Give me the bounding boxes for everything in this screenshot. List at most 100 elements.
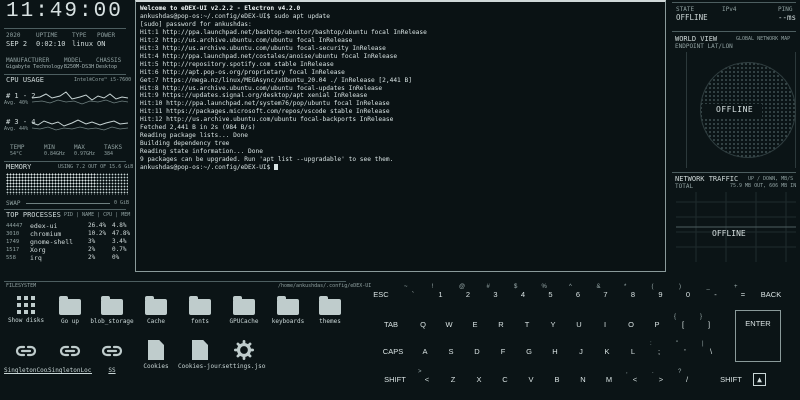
key-char[interactable]: S bbox=[442, 347, 460, 356]
process-row[interactable]: 3010 chromium 10.2% 47.8% bbox=[6, 230, 130, 238]
key-char[interactable]: Q bbox=[414, 320, 432, 329]
process-row[interactable]: 1749 gnome-shell 3% 3.4% bbox=[6, 238, 128, 246]
fs-symlink[interactable]: SingletonCoo… bbox=[4, 342, 48, 374]
fs-folder[interactable]: blob_storage bbox=[90, 296, 134, 325]
key-shift-label: $ bbox=[514, 284, 518, 290]
terminal-line: Building dependency tree bbox=[140, 140, 230, 148]
fs-file[interactable]: Cookies-jour… bbox=[178, 340, 222, 370]
key-char[interactable]: K bbox=[598, 347, 616, 356]
key-char[interactable]: [{ bbox=[674, 314, 692, 329]
terminal-window[interactable]: Welcome to eDEX-UI v2.2.2 - Electron v4.… bbox=[135, 0, 666, 272]
key-char[interactable]: F bbox=[494, 347, 512, 356]
process-pid: 3010 bbox=[6, 231, 20, 237]
sysinfo-power-label: POWER bbox=[97, 32, 116, 39]
fs-folder[interactable]: fonts bbox=[178, 296, 222, 325]
fs-item-label: Show disks bbox=[7, 317, 45, 324]
key-char[interactable]: - _ bbox=[707, 284, 725, 299]
key-label: W bbox=[445, 320, 453, 329]
key-char[interactable]: T bbox=[518, 320, 536, 329]
key-up-arrow[interactable]: ▲ bbox=[753, 373, 766, 386]
key-char[interactable]: ;: bbox=[650, 341, 668, 356]
key-char[interactable]: U bbox=[570, 320, 588, 329]
key-char[interactable]: L bbox=[624, 347, 642, 356]
key-char[interactable]: ` ~ bbox=[404, 284, 422, 299]
fs-go-up[interactable]: Go up bbox=[48, 296, 92, 325]
tasks-value: 384 bbox=[104, 151, 114, 157]
key-label: 3 bbox=[493, 290, 498, 299]
process-row[interactable]: 44447 edex-ui 26.4% 4.8% bbox=[6, 222, 128, 230]
key-char[interactable]: W bbox=[440, 320, 458, 329]
key-label: Y bbox=[550, 320, 556, 329]
key-char[interactable]: O bbox=[622, 320, 640, 329]
key-esc[interactable]: ESC bbox=[366, 290, 396, 299]
key-char[interactable]: P bbox=[648, 320, 666, 329]
key-char[interactable]: ]} bbox=[700, 314, 718, 329]
key-char[interactable]: G bbox=[520, 347, 538, 356]
key-char[interactable]: Y bbox=[544, 320, 562, 329]
key-char[interactable]: X bbox=[470, 375, 488, 384]
process-row[interactable]: 558 irq 2% 0% bbox=[6, 254, 128, 262]
key-char[interactable]: J bbox=[572, 347, 590, 356]
key-caps[interactable]: CAPS bbox=[378, 347, 408, 356]
key-char[interactable]: 5% bbox=[542, 284, 560, 299]
key-shift[interactable]: SHIFT bbox=[716, 375, 746, 384]
fs-settings[interactable]: settings.json bbox=[222, 340, 266, 370]
fs-show-disks[interactable]: Show disks bbox=[4, 296, 48, 324]
key-tab[interactable]: TAB bbox=[376, 320, 406, 329]
key-label: 1 bbox=[438, 290, 443, 299]
fs-item-label: Cookies-jour… bbox=[178, 363, 222, 370]
key-char[interactable]: ' " bbox=[676, 341, 694, 356]
key-char[interactable]: B bbox=[548, 375, 566, 384]
key-char[interactable]: V bbox=[522, 375, 540, 384]
key-char[interactable]: 0) bbox=[679, 284, 697, 299]
max-label: MAX bbox=[74, 144, 85, 151]
key-char[interactable]: = + bbox=[734, 284, 752, 299]
grid-icon bbox=[17, 296, 35, 314]
key-char[interactable]: N bbox=[574, 375, 592, 384]
process-cpu: 10.2% bbox=[88, 230, 107, 237]
key-char[interactable]: D bbox=[468, 347, 486, 356]
key-char[interactable]: A bbox=[416, 347, 434, 356]
key-char[interactable]: >. bbox=[652, 369, 670, 384]
key-label: X bbox=[476, 375, 482, 384]
key-label: 4 bbox=[520, 290, 526, 299]
fs-folder[interactable]: keyboards bbox=[266, 296, 310, 325]
key-char[interactable]: I bbox=[596, 320, 614, 329]
key-char[interactable]: /? bbox=[678, 369, 696, 384]
filesystem-title: FILESYSTEM bbox=[6, 283, 37, 289]
key-char[interactable]: R bbox=[492, 320, 510, 329]
key-char[interactable]: 1! bbox=[432, 284, 450, 299]
key-char[interactable]: \ | bbox=[702, 341, 720, 356]
key-char[interactable]: M bbox=[600, 375, 618, 384]
key-char[interactable]: <, bbox=[626, 369, 644, 384]
fs-symlink[interactable]: SS bbox=[90, 342, 134, 374]
sysinfo-year: 2020 bbox=[6, 32, 21, 39]
key-char[interactable]: 4 $ bbox=[514, 284, 532, 299]
key-char[interactable]: C bbox=[496, 375, 514, 384]
key-char[interactable]: 9( bbox=[652, 284, 670, 299]
key-char[interactable]: 8 * bbox=[624, 284, 642, 299]
terminal-cursor bbox=[274, 164, 279, 171]
fs-file[interactable]: Cookies bbox=[134, 340, 178, 370]
key-char[interactable]: 7 & bbox=[597, 284, 615, 299]
process-row[interactable]: 1517 Xorg 2% 0.7% bbox=[6, 246, 128, 254]
key-shift-label: ) bbox=[679, 284, 681, 290]
fs-folder[interactable]: Cache bbox=[134, 296, 178, 325]
fs-symlink[interactable]: SingletonLock bbox=[48, 342, 92, 374]
chassis-value: Desktop bbox=[96, 64, 118, 70]
key-char[interactable]: H bbox=[546, 347, 564, 356]
key-enter[interactable]: ENTER bbox=[735, 310, 781, 362]
key-back[interactable]: BACK bbox=[756, 290, 786, 299]
key-char[interactable]: 3 # bbox=[487, 284, 505, 299]
key-char[interactable]: Z bbox=[444, 375, 462, 384]
key-char[interactable]: E bbox=[466, 320, 484, 329]
key-char[interactable]: 6 ^ bbox=[569, 284, 587, 299]
key-shift[interactable]: SHIFT bbox=[380, 375, 410, 384]
key-char[interactable]: < > bbox=[418, 369, 436, 384]
terminal-output[interactable]: Welcome to eDEX-UI v2.2.2 - Electron v4.… bbox=[140, 5, 661, 172]
network-state-value: OFFLINE bbox=[676, 13, 708, 22]
fs-folder[interactable]: themes bbox=[308, 296, 352, 325]
fs-folder[interactable]: GPUCache bbox=[222, 296, 266, 325]
key-shift-label: " bbox=[676, 341, 679, 347]
key-char[interactable]: 2 @ bbox=[459, 284, 477, 299]
